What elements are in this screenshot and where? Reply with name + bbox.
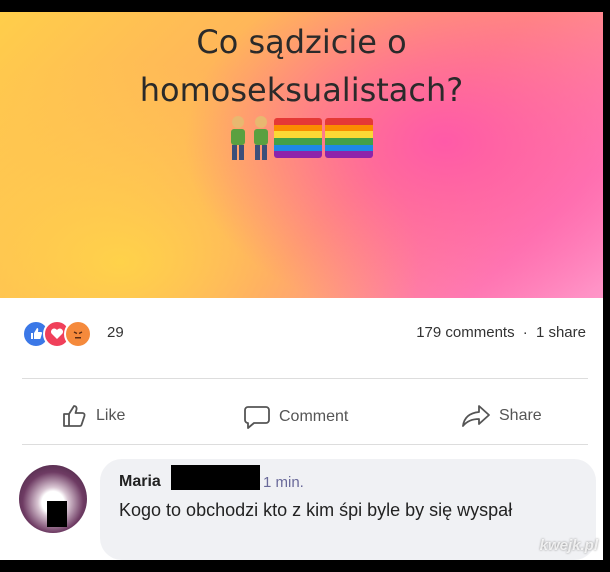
avatar[interactable] <box>19 465 87 533</box>
comment-button[interactable]: Comment <box>243 404 348 430</box>
censor-block <box>47 501 67 527</box>
censor-block <box>171 465 260 490</box>
post-actions: Like Comment Share <box>0 392 603 442</box>
post-stats: 179 comments · 1 share <box>416 324 586 341</box>
speech-bubble-icon <box>244 406 270 429</box>
post-text: Co sądzicie o homoseksualistach? <box>0 18 603 114</box>
rainbow-flag-icon <box>274 118 322 158</box>
facebook-post-screenshot: Co sądzicie o homoseksualistach? 29 179 … <box>0 12 603 560</box>
post-emoji-row <box>228 115 373 161</box>
thumbs-up-icon <box>63 405 86 427</box>
comment-author[interactable]: Maria <box>119 473 161 491</box>
share-label: Share <box>499 407 542 424</box>
post-background: Co sądzicie o homoseksualistach? <box>0 12 603 298</box>
two-men-icon <box>231 116 245 160</box>
share-button[interactable]: Share <box>461 404 542 428</box>
comment-label: Comment <box>279 408 349 425</box>
post-text-line-2: homoseksualistach? <box>139 71 464 109</box>
comment: Maria 1 min. Kogo to obchodzi kto z kim … <box>0 459 603 560</box>
comment-time[interactable]: 1 min. <box>263 474 304 491</box>
share-arrow-icon <box>462 405 490 427</box>
reaction-count[interactable]: 29 <box>107 324 124 341</box>
rainbow-flag-icon <box>325 118 373 158</box>
reactions-bar: 29 179 comments · 1 share <box>0 312 603 356</box>
comment-bubble: Maria 1 min. Kogo to obchodzi kto z kim … <box>100 459 596 560</box>
divider <box>22 378 588 379</box>
post-text-line-1: Co sądzicie o <box>196 23 407 61</box>
two-men-icon-second <box>254 116 268 160</box>
reaction-icons[interactable] <box>22 320 92 348</box>
angry-reaction-icon <box>64 320 92 348</box>
stats-separator: · <box>522 324 528 341</box>
like-button[interactable]: Like <box>62 404 125 428</box>
comment-text: Kogo to obchodzi kto z kim śpi byle by s… <box>119 500 513 520</box>
divider <box>22 444 588 445</box>
watermark: kwejk.pl <box>539 537 598 554</box>
comments-count-link[interactable]: 179 comments <box>416 324 514 341</box>
shares-count-link[interactable]: 1 share <box>536 324 586 341</box>
like-label: Like <box>96 407 126 424</box>
